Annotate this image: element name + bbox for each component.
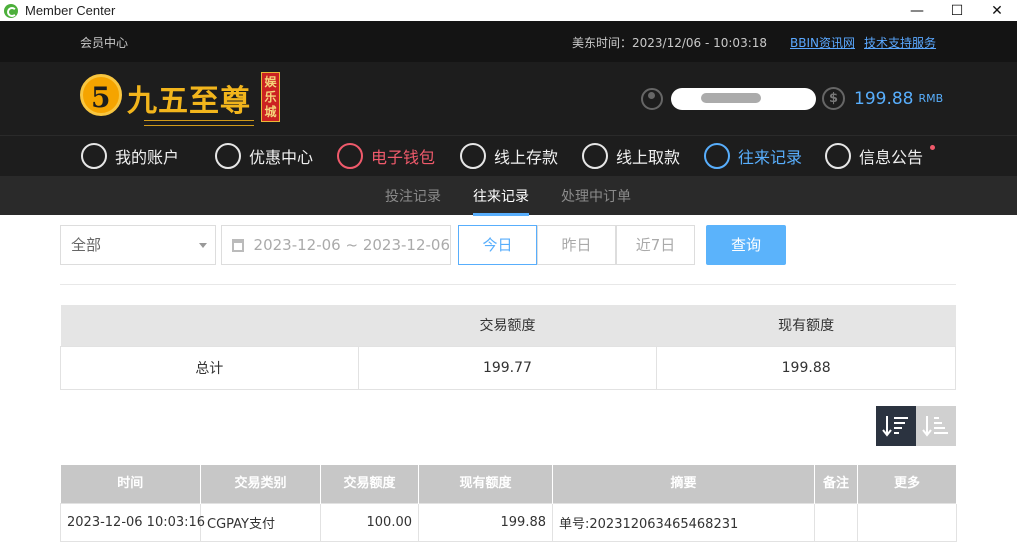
logo-flourish [144, 120, 254, 126]
username-redacted [671, 88, 816, 110]
sort-asc-icon [922, 416, 948, 437]
tab-transaction-records[interactable]: 往来记录 [473, 186, 529, 216]
brand-name: 九五至尊 [127, 84, 251, 119]
col-balance: 现有额度 [418, 465, 553, 503]
notification-dot [930, 145, 935, 150]
brand-logo[interactable]: 5 九五至尊 娱乐城 [80, 70, 280, 130]
nav-online-withdraw[interactable]: 线上取款 [582, 142, 680, 170]
sub-nav: 投注记录 往来记录 处理中订单 [0, 176, 1017, 216]
account-balance: $ 199.88 RMB [822, 87, 943, 110]
records-icon [704, 143, 730, 169]
search-button[interactable]: 查询 [706, 225, 786, 265]
tab-bet-records[interactable]: 投注记录 [385, 186, 441, 206]
col-summary: 摘要 [552, 465, 815, 503]
user-avatar-icon [641, 88, 663, 110]
minimize-button[interactable]: — [900, 0, 934, 21]
today-button[interactable]: 今日 [458, 225, 537, 265]
deposit-icon [460, 143, 486, 169]
window-title: Member Center [25, 3, 116, 18]
bell-icon [825, 143, 851, 169]
sort-asc-button[interactable] [916, 406, 956, 446]
close-button[interactable]: ✕ [980, 0, 1014, 21]
nav-online-deposit[interactable]: 线上存款 [460, 142, 558, 170]
maximize-button[interactable]: ☐ [940, 0, 974, 21]
cell-more[interactable] [857, 502, 957, 542]
site-header: 5 九五至尊 娱乐城 $ 199.88 RMB [0, 62, 1017, 135]
last-7-days-button[interactable]: 近7日 [616, 225, 695, 265]
support-link[interactable]: 技术支持服务 [864, 34, 936, 51]
cell-summary: 单号:202312063465468231 [552, 502, 815, 542]
cell-time: 2023-12-06 10:03:16 [60, 502, 205, 542]
sort-desc-icon [882, 416, 908, 437]
summary-header-amount: 交易额度 [358, 305, 657, 346]
gift-icon [215, 143, 241, 169]
nav-transaction-records[interactable]: 往来记录 [704, 142, 802, 170]
col-type: 交易类别 [200, 465, 321, 503]
app-icon [4, 3, 18, 18]
dollar-icon: $ [822, 87, 845, 110]
cell-type: CGPAY支付 [200, 502, 321, 542]
col-amount: 交易额度 [320, 465, 419, 503]
nav-announcements[interactable]: 信息公告 [825, 142, 923, 170]
cell-amount: 100.00 [320, 502, 419, 542]
cell-remark [814, 502, 858, 542]
table-row: 2023-12-06 10:03:16 CGPAY支付 100.00 199.8… [60, 502, 957, 542]
balance-amount: 199.88 [854, 88, 914, 109]
type-select[interactable]: 全部 [60, 225, 216, 265]
user-icon [81, 143, 107, 169]
summary-header-blank [60, 305, 359, 346]
nav-promotions[interactable]: 优惠中心 [215, 142, 313, 170]
summary-table: 交易额度 现有额度 总计 199.77 199.88 [60, 305, 956, 390]
nav-my-account[interactable]: 我的账户 [81, 142, 179, 170]
wallet-icon [337, 143, 363, 169]
main-nav: 我的账户 优惠中心 电子钱包 线上存款 线上取款 往来记录 信息公告 [0, 135, 1017, 176]
balance-currency: RMB [918, 92, 944, 105]
logo-mark: 5 [80, 74, 122, 116]
eastern-time-clock: 美东时间：2023/12/06 - 10:03:18 [572, 36, 768, 50]
summary-current-balance: 199.88 [656, 345, 956, 390]
window-titlebar: Member Center — ☐ ✕ [0, 0, 1017, 21]
calendar-icon [232, 238, 244, 252]
member-center-link[interactable]: 会员中心 [80, 34, 128, 51]
tab-pending-orders[interactable]: 处理中订单 [561, 186, 631, 206]
brand-tag: 娱乐城 [261, 72, 280, 122]
summary-total-amount: 199.77 [357, 345, 658, 390]
top-info-bar: 会员中心 美东时间：2023/12/06 - 10:03:18 BBIN资讯网 … [0, 21, 1017, 62]
sort-desc-button[interactable] [876, 406, 916, 446]
bbin-news-link[interactable]: BBIN资讯网 [790, 34, 855, 51]
cell-balance: 199.88 [418, 502, 553, 542]
yesterday-button[interactable]: 昨日 [537, 225, 616, 265]
col-remark: 备注 [814, 465, 858, 503]
col-more: 更多 [857, 465, 957, 503]
summary-total-label: 总计 [60, 345, 359, 390]
chevron-down-icon [199, 243, 207, 252]
col-time: 时间 [60, 465, 201, 503]
summary-header-balance: 现有额度 [656, 305, 956, 346]
records-table: 时间 交易类别 交易额度 现有额度 摘要 备注 更多 2023-12-06 10… [60, 465, 957, 542]
date-range-input[interactable]: 2023-12-06 ~ 2023-12-06 [221, 225, 451, 265]
nav-e-wallet[interactable]: 电子钱包 [337, 142, 435, 170]
user-info[interactable] [641, 86, 816, 112]
divider [60, 284, 956, 285]
withdraw-icon [582, 143, 608, 169]
